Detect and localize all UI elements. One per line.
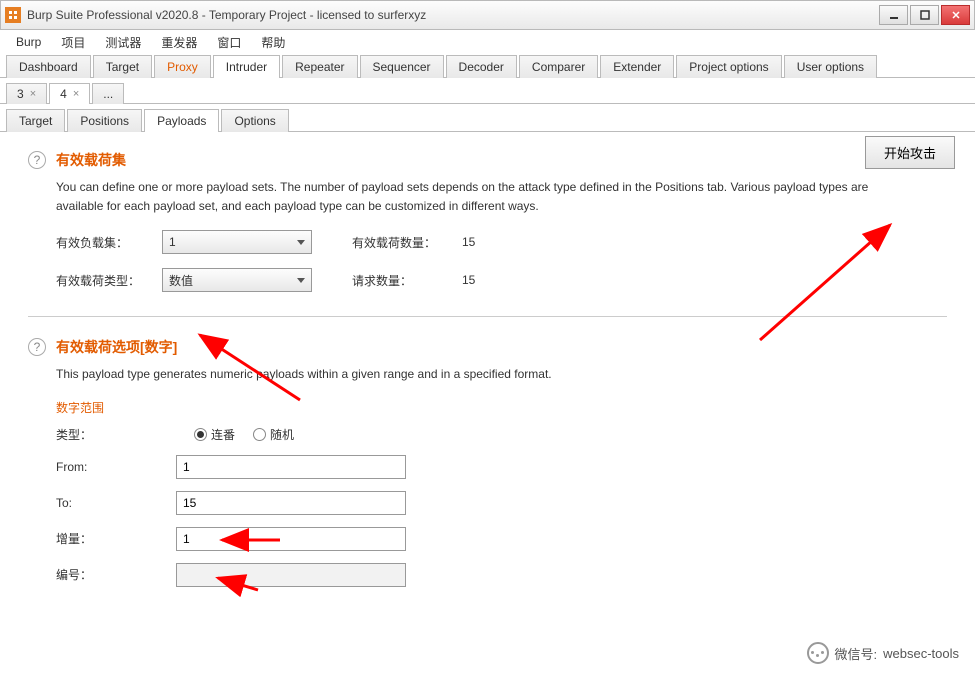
tab-repeater[interactable]: Repeater (282, 55, 357, 78)
payload-count-label: 有效载荷数量： (352, 234, 448, 251)
request-tab-label: 3 (17, 87, 24, 101)
inner-tab-options[interactable]: Options (221, 109, 288, 132)
number-input[interactable] (176, 563, 406, 587)
request-count-value: 15 (462, 273, 492, 287)
payload-options-header: ? 有效载荷选项[数字] (28, 337, 947, 357)
inner-tab-target[interactable]: Target (6, 109, 65, 132)
maximize-button[interactable] (910, 5, 939, 25)
radio-icon (194, 428, 207, 441)
menu-tester[interactable]: 测试器 (97, 31, 149, 54)
step-label: 增量： (56, 530, 176, 547)
payload-set-select[interactable]: 1 (162, 230, 312, 254)
request-tab-3[interactable]: 3 × (6, 83, 47, 104)
menu-repeater[interactable]: 重发器 (153, 31, 205, 54)
menubar: Burp 项目 测试器 重发器 窗口 帮助 (0, 30, 975, 54)
tab-decoder[interactable]: Decoder (446, 55, 517, 78)
number-range-subhead: 数字范围 (56, 399, 947, 416)
help-icon[interactable]: ? (28, 338, 46, 356)
tab-sequencer[interactable]: Sequencer (360, 55, 444, 78)
payload-options-title: 有效载荷选项[数字] (56, 337, 177, 357)
request-tab-label: 4 (60, 87, 67, 101)
request-tab-4[interactable]: 4 × (49, 83, 90, 104)
menu-project[interactable]: 项目 (53, 31, 93, 54)
tab-intruder[interactable]: Intruder (213, 55, 280, 78)
radio-icon (253, 428, 266, 441)
payloads-panel: 开始攻击 ? 有效载荷集 You can define one or more … (0, 132, 975, 605)
to-input[interactable] (176, 491, 406, 515)
payload-options-desc: This payload type generates numeric payl… (56, 365, 876, 384)
tab-user-options[interactable]: User options (784, 55, 877, 78)
watermark-value: websec-tools (883, 646, 959, 661)
from-row: From: (56, 455, 947, 479)
number-row: 编号： (56, 563, 947, 587)
number-type-row: 类型： 连番 随机 (56, 426, 947, 443)
tab-extender[interactable]: Extender (600, 55, 674, 78)
payload-sets-title: 有效载荷集 (56, 150, 126, 170)
tab-proxy[interactable]: Proxy (154, 55, 211, 78)
start-attack-button[interactable]: 开始攻击 (865, 136, 955, 169)
to-row: To: (56, 491, 947, 515)
watermark: 微信号: websec-tools (807, 642, 960, 664)
radio-random[interactable]: 随机 (253, 426, 294, 443)
inner-tab-payloads[interactable]: Payloads (144, 109, 219, 132)
menu-help[interactable]: 帮助 (253, 31, 293, 54)
payload-set-value: 1 (169, 235, 176, 249)
payload-sets-desc: You can define one or more payload sets.… (56, 178, 876, 216)
from-label: From: (56, 460, 176, 474)
menu-burp[interactable]: Burp (8, 32, 49, 52)
tab-dashboard[interactable]: Dashboard (6, 55, 91, 78)
close-button[interactable] (941, 5, 970, 25)
radio-random-label: 随机 (270, 426, 294, 443)
window-title: Burp Suite Professional v2020.8 - Tempor… (27, 8, 877, 22)
tab-comparer[interactable]: Comparer (519, 55, 598, 78)
main-tabs: Dashboard Target Proxy Intruder Repeater… (0, 54, 975, 78)
to-label: To: (56, 496, 176, 510)
payload-type-value: 数值 (169, 272, 193, 289)
request-count-label: 请求数量： (352, 272, 448, 289)
close-icon[interactable]: × (30, 88, 36, 100)
payload-type-select[interactable]: 数值 (162, 268, 312, 292)
tab-target[interactable]: Target (93, 55, 152, 78)
help-icon[interactable]: ? (28, 151, 46, 169)
close-icon[interactable]: × (73, 88, 79, 100)
minimize-button[interactable] (879, 5, 908, 25)
request-tab-label: ... (103, 87, 113, 101)
payload-type-row: 有效载荷类型： 数值 请求数量： 15 (56, 268, 947, 292)
radio-sequential[interactable]: 连番 (194, 426, 235, 443)
radio-sequential-label: 连番 (211, 426, 235, 443)
number-label: 编号： (56, 566, 176, 583)
app-icon (5, 7, 21, 23)
inner-tab-positions[interactable]: Positions (67, 109, 142, 132)
window-controls (877, 5, 970, 25)
wechat-icon (807, 642, 829, 664)
from-input[interactable] (176, 455, 406, 479)
window-titlebar: Burp Suite Professional v2020.8 - Tempor… (0, 0, 975, 30)
intruder-inner-tabs: Target Positions Payloads Options (0, 104, 975, 132)
step-row: 增量： (56, 527, 947, 551)
payload-sets-header: ? 有效载荷集 (28, 150, 947, 170)
payload-set-label: 有效负载集： (56, 234, 148, 251)
payload-count-value: 15 (462, 235, 492, 249)
divider (28, 316, 947, 317)
number-type-label: 类型： (56, 426, 176, 443)
request-tabs: 3 × 4 × ... (0, 78, 975, 104)
chevron-down-icon (297, 278, 305, 283)
payload-type-label: 有效载荷类型： (56, 272, 148, 289)
menu-window[interactable]: 窗口 (209, 31, 249, 54)
watermark-label: 微信号: (835, 644, 878, 663)
tab-project-options[interactable]: Project options (676, 55, 781, 78)
step-input[interactable] (176, 527, 406, 551)
request-tab-more[interactable]: ... (92, 83, 124, 104)
chevron-down-icon (297, 240, 305, 245)
payload-set-row: 有效负载集： 1 有效载荷数量： 15 (56, 230, 947, 254)
